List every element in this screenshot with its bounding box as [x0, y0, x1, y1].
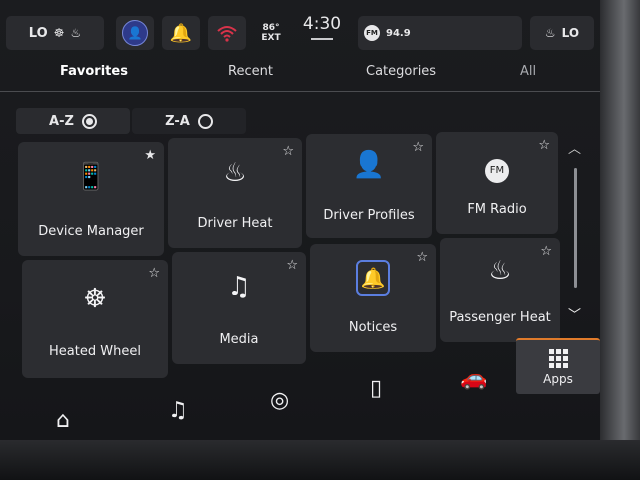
scroll-down-icon[interactable]: ﹀ — [568, 304, 581, 323]
sort-za-button[interactable]: Z-A — [132, 108, 246, 134]
app-tile-media[interactable]: ☆ ♫ Media — [172, 252, 306, 364]
favorite-star-icon[interactable]: ☆ — [286, 258, 298, 273]
tab-recent[interactable]: Recent — [228, 64, 273, 79]
heated-seat-icon: ♨ — [488, 256, 512, 286]
app-tile-fm-radio[interactable]: ☆ FM FM Radio — [436, 132, 558, 234]
app-label: Media — [219, 332, 259, 347]
home-icon[interactable]: ⌂ — [56, 408, 70, 433]
bottom-navigation: ⌂ ♫ ◎ ▯ 🚗 Apps — [0, 338, 600, 440]
wifi-button[interactable] — [208, 16, 246, 50]
app-label: Driver Profiles — [323, 208, 415, 223]
driver-seat-heat-button[interactable]: LO ☸ ♨ — [6, 16, 104, 50]
tab-favorites[interactable]: Favorites — [60, 64, 128, 79]
bell-icon: 🔔 — [356, 260, 390, 296]
status-bar: LO ☸ ♨ 👤 🔔 86° EXT 4:30 FM 94.9 ♨ LO — [0, 10, 600, 54]
temperature-label: EXT — [261, 33, 281, 43]
outside-temperature: 86° EXT — [254, 16, 288, 50]
app-label: Heated Wheel — [49, 344, 141, 359]
sort-za-radio-icon — [197, 113, 213, 129]
favorite-star-icon[interactable]: ★ — [144, 148, 156, 163]
app-label: Passenger Heat — [449, 310, 551, 325]
app-tile-driver-heat[interactable]: ☆ ♨ Driver Heat — [168, 138, 302, 248]
app-label: Device Manager — [38, 224, 144, 239]
seat-level-label: LO — [28, 25, 48, 41]
apps-button[interactable]: Apps — [516, 338, 600, 394]
clock-time: 4:30 — [302, 14, 342, 34]
sort-az-label: A-Z — [49, 113, 74, 129]
person-icon: 👤 — [352, 150, 386, 180]
favorite-star-icon[interactable]: ☆ — [282, 144, 294, 159]
favorite-star-icon[interactable]: ☆ — [148, 266, 160, 281]
clock-underline — [311, 38, 333, 40]
bell-icon: 🔔 — [169, 22, 193, 44]
app-tile-passenger-heat[interactable]: ☆ ♨ Passenger Heat — [440, 238, 560, 342]
app-tabs: Favorites Recent Categories All — [0, 58, 600, 92]
music-icon[interactable]: ♫ — [168, 398, 188, 423]
fm-icon: FM — [485, 158, 509, 183]
apps-label: Apps — [543, 371, 573, 386]
apps-grid-icon — [548, 348, 568, 368]
infotainment-screen: LO ☸ ♨ 👤 🔔 86° EXT 4:30 FM 94.9 ♨ LO Fav… — [0, 0, 640, 480]
tab-categories[interactable]: Categories — [366, 64, 436, 79]
seat-level-label: LO — [561, 26, 580, 40]
now-playing-radio[interactable]: FM 94.9 — [358, 16, 522, 50]
sort-za-label: Z-A — [165, 113, 190, 129]
screen-bezel-right — [600, 0, 640, 480]
car-icon[interactable]: 🚗 — [460, 366, 487, 391]
scroll-up-icon[interactable]: ︿ — [568, 138, 581, 157]
wifi-icon — [217, 26, 237, 42]
phone-settings-icon: 📱 — [74, 162, 108, 192]
sort-az-button[interactable]: A-Z — [16, 108, 130, 134]
heated-wheel-icon: ☸ — [83, 284, 107, 314]
heated-seat-icon: ♨ — [223, 158, 247, 188]
app-label: FM Radio — [467, 202, 527, 217]
tab-all[interactable]: All — [520, 64, 536, 79]
app-tile-device-manager[interactable]: ★ 📱 Device Manager — [18, 142, 164, 256]
passenger-seat-heat-button[interactable]: ♨ LO — [530, 16, 594, 50]
app-tile-notices[interactable]: ☆ 🔔 Notices — [310, 244, 436, 352]
scrollbar[interactable] — [574, 168, 577, 288]
heated-wheel-icon: ☸ — [53, 26, 65, 40]
app-tile-driver-profiles[interactable]: ☆ 👤 Driver Profiles — [306, 134, 432, 238]
app-label: Driver Heat — [197, 216, 273, 231]
radio-station: 94.9 — [386, 27, 411, 39]
driver-profile-button[interactable]: 👤 — [116, 16, 154, 50]
screen-bezel-bottom — [0, 440, 640, 480]
notifications-button[interactable]: 🔔 — [162, 16, 200, 50]
scrollbar-thumb[interactable] — [574, 168, 577, 288]
driver-avatar-icon: 👤 — [122, 20, 148, 46]
temperature-value: 86° — [262, 23, 280, 33]
music-note-icon: ♫ — [227, 272, 251, 302]
phone-icon[interactable]: ▯ — [370, 376, 382, 401]
heated-seat-icon: ♨ — [70, 26, 82, 40]
clock[interactable]: 4:30 — [296, 14, 348, 40]
fm-icon: FM — [364, 25, 380, 41]
heated-seat-icon: ♨ — [544, 26, 556, 40]
navigation-icon[interactable]: ◎ — [270, 388, 289, 413]
sort-az-radio-icon — [81, 113, 97, 129]
app-label: Notices — [348, 320, 398, 335]
